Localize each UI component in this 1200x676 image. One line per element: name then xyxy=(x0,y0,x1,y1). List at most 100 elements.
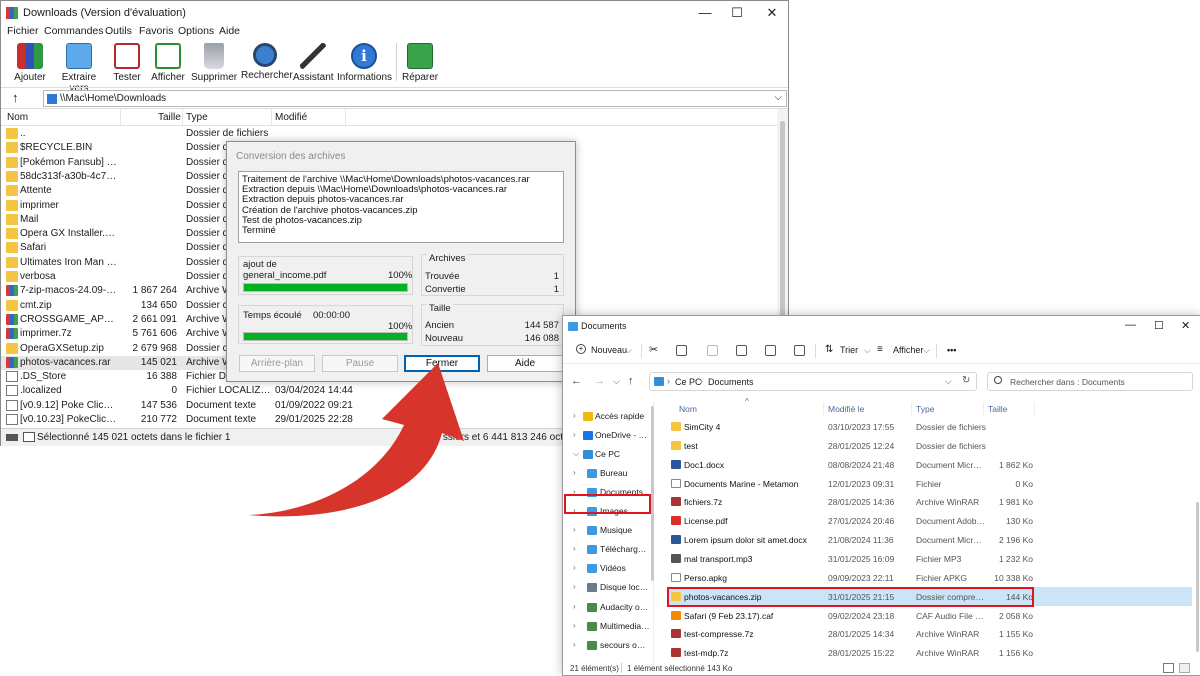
column-divider[interactable] xyxy=(983,402,984,416)
chevron-right-icon[interactable]: › xyxy=(573,525,576,534)
new-button[interactable]: Nouveau xyxy=(591,345,627,355)
wizard-button[interactable]: Assistant xyxy=(293,41,334,83)
explorer-file-row[interactable]: mal transport.mp3 31/01/2025 16:09 Fichier… xyxy=(667,549,1192,568)
navigation-scrollbar[interactable] xyxy=(651,406,654,581)
explorer-file-row[interactable]: test-mdp.7z 28/01/2025 15:22 Archive WinRA… xyxy=(667,643,1192,662)
up-arrow-icon[interactable]: ↑ xyxy=(628,375,634,387)
nav-item[interactable]: › Vidéos xyxy=(563,560,657,577)
chevron-right-icon[interactable]: › xyxy=(573,411,576,420)
chevron-right-icon[interactable]: › xyxy=(573,563,576,572)
close-button[interactable]: ✕ xyxy=(749,1,795,25)
test-button[interactable]: Tester xyxy=(111,41,143,83)
refresh-icon[interactable]: ↻ xyxy=(962,375,970,386)
column-divider[interactable] xyxy=(911,402,912,416)
explorer-file-row[interactable]: Doc1.docx 08/08/2024 21:48 Document Micros… xyxy=(667,455,1192,474)
delete-button[interactable]: Supprimer xyxy=(191,41,237,83)
help-button[interactable]: Aide xyxy=(487,355,563,372)
path-input[interactable]: \\Mac\Home\Downloads ⌵ xyxy=(43,90,787,107)
view-button[interactable]: Afficher xyxy=(149,41,187,83)
cut-icon[interactable]: ✂ xyxy=(649,343,658,356)
details-view-icon[interactable] xyxy=(1163,663,1174,673)
menu-fichier[interactable]: Fichier xyxy=(7,25,39,37)
explorer-file-row[interactable]: Lorem ipsum dolor sit amet.docx 21/08/202… xyxy=(667,530,1192,549)
nav-item[interactable]: › Musique xyxy=(563,522,657,539)
column-size[interactable]: Taille xyxy=(988,404,1007,414)
column-divider[interactable] xyxy=(182,109,183,125)
paste-icon[interactable] xyxy=(707,345,718,356)
file-row[interactable]: .. Dossier de fichiers xyxy=(1,127,777,141)
column-divider[interactable] xyxy=(1034,402,1035,416)
new-dropdown-chevron-icon[interactable]: ⌵ xyxy=(625,345,632,356)
breadcrumb-this-pc[interactable]: Ce PC xyxy=(675,377,702,387)
menu-favoris[interactable]: Favoris xyxy=(139,25,173,37)
column-type[interactable]: Type xyxy=(916,404,934,414)
explorer-file-row[interactable]: test-compresse.7z 28/01/2025 14:34 Archive… xyxy=(667,624,1192,643)
menu-aide[interactable]: Aide xyxy=(219,25,240,37)
column-size[interactable]: Taille xyxy=(158,112,181,123)
search-input[interactable]: Rechercher dans : Documents xyxy=(987,372,1193,391)
nav-item[interactable]: › Bureau xyxy=(563,465,657,482)
column-divider[interactable] xyxy=(345,109,346,125)
explorer-file-row[interactable]: Safari (9 Feb 23.17).caf 09/02/2024 23:18… xyxy=(667,606,1192,625)
column-divider[interactable] xyxy=(271,109,272,125)
explorer-file-row[interactable]: test 28/01/2025 12:24 Dossier de fichiers xyxy=(667,436,1192,455)
column-modified[interactable]: Modifié xyxy=(275,112,307,123)
chevron-down-icon[interactable]: ⌵ xyxy=(573,449,579,459)
scrollbar-thumb[interactable] xyxy=(1196,502,1199,652)
view-chevron-icon[interactable]: ⌵ xyxy=(923,345,930,356)
find-button[interactable]: Rechercher xyxy=(241,41,293,81)
nav-item[interactable]: › secours on 'Ma xyxy=(563,637,657,654)
explorer-file-row[interactable]: fichiers.7z 28/01/2025 14:36 Archive WinRA… xyxy=(667,492,1192,511)
column-modified[interactable]: Modifié le xyxy=(828,404,864,414)
explorer-file-row[interactable]: Perso.apkg 09/09/2023 22:11 Fichier APKG 10… xyxy=(667,568,1192,587)
menu-commandes[interactable]: Commandes xyxy=(44,25,104,37)
chevron-right-icon[interactable]: › xyxy=(573,640,576,649)
explorer-vertical-scrollbar[interactable] xyxy=(1195,402,1200,664)
breadcrumb-documents[interactable]: Documents xyxy=(708,377,754,387)
nav-item[interactable]: › Audacity on 'M xyxy=(563,599,657,616)
nav-item[interactable]: › Disque local (C xyxy=(563,579,657,596)
tiles-view-icon[interactable] xyxy=(1179,663,1190,673)
view-button[interactable]: Afficher xyxy=(893,345,923,355)
column-divider[interactable] xyxy=(120,109,121,125)
address-dropdown-chevron-icon[interactable]: ⌵ xyxy=(945,376,952,387)
chevron-right-icon[interactable]: › xyxy=(573,582,576,591)
delete-icon[interactable] xyxy=(794,345,805,356)
add-button[interactable]: Ajouter xyxy=(11,41,49,83)
sort-button[interactable]: Trier xyxy=(840,345,858,355)
column-type[interactable]: Type xyxy=(186,112,208,123)
chevron-right-icon[interactable]: › xyxy=(573,621,576,630)
address-bar[interactable]: › Ce PC › Documents ⌵ ↻ xyxy=(649,372,977,391)
menu-outils[interactable]: Outils xyxy=(105,25,132,37)
sort-chevron-icon[interactable]: ⌵ xyxy=(864,345,871,356)
chevron-right-icon[interactable]: › xyxy=(573,468,576,477)
forward-arrow-icon[interactable]: → xyxy=(594,375,605,387)
nav-item[interactable]: › Téléchargemen xyxy=(563,541,657,558)
nav-item[interactable]: ⌵ Ce PC xyxy=(563,446,657,463)
chevron-down-icon[interactable]: ⌵ xyxy=(774,92,782,103)
explorer-close-button[interactable]: ✕ xyxy=(1181,319,1190,332)
up-folder-button[interactable]: ↑ xyxy=(12,90,19,105)
copy-icon[interactable] xyxy=(676,345,687,356)
rename-icon[interactable] xyxy=(736,345,747,356)
nav-item[interactable]: › Multimedia on xyxy=(563,618,657,635)
info-button[interactable]: i Informations xyxy=(337,41,392,83)
nav-item[interactable]: › Accès rapide xyxy=(563,408,657,425)
explorer-file-row[interactable]: Documents Marine - Metamon 12/01/2023 09:… xyxy=(667,474,1192,493)
explorer-file-row[interactable]: License.pdf 27/01/2024 20:46 Document Adob… xyxy=(667,511,1192,530)
column-name[interactable]: Nom xyxy=(7,112,28,123)
back-arrow-icon[interactable]: ← xyxy=(571,375,582,387)
nav-item[interactable]: › OneDrive - Perso xyxy=(563,427,657,444)
more-options-icon[interactable]: ••• xyxy=(947,345,956,355)
chevron-right-icon[interactable]: › xyxy=(573,602,576,611)
column-name[interactable]: Nom xyxy=(679,404,697,414)
share-icon[interactable] xyxy=(765,345,776,356)
menu-options[interactable]: Options xyxy=(178,25,214,37)
explorer-maximize-button[interactable]: ☐ xyxy=(1154,319,1164,332)
explorer-minimize-button[interactable]: — xyxy=(1125,319,1136,331)
column-divider[interactable] xyxy=(823,402,824,416)
chevron-right-icon[interactable]: › xyxy=(573,430,576,439)
chevron-right-icon[interactable]: › xyxy=(573,544,576,553)
recent-chevron-icon[interactable]: ⌵ xyxy=(613,376,620,387)
repair-button[interactable]: Réparer xyxy=(402,41,438,83)
